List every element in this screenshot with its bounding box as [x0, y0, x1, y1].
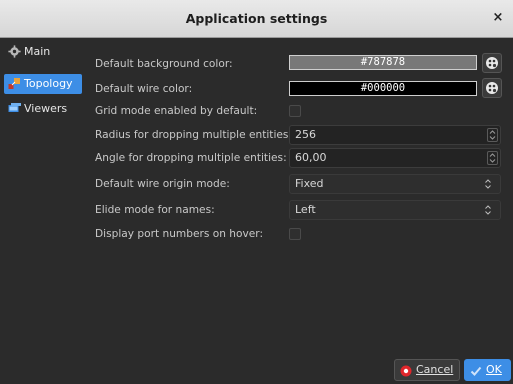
spin-arrows-icon[interactable] [487, 151, 498, 165]
cancel-button[interactable]: Cancel [394, 359, 460, 381]
checkmark-icon [470, 364, 482, 376]
viewers-icon [8, 102, 21, 115]
chevron-updown-icon [484, 201, 492, 219]
drop-radius-label: Radius for dropping multiple entities: [95, 129, 293, 141]
spinbox-value: 256 [295, 128, 316, 141]
cancel-button-label: Cancel [416, 363, 454, 376]
spinbox-value: 60,00 [295, 151, 327, 164]
sidebar-item-label: Viewers [24, 102, 68, 115]
bg-color-field[interactable]: #787878 [289, 55, 477, 70]
port-numbers-label: Display port numbers on hover: [95, 228, 264, 240]
topology-icon [8, 77, 21, 90]
port-numbers-checkbox[interactable] [289, 228, 301, 240]
sidebar-item-viewers[interactable]: Viewers [4, 99, 82, 119]
grid-mode-checkbox[interactable] [289, 105, 301, 117]
title-bar: Application settings × [0, 0, 513, 38]
chevron-updown-icon [484, 175, 492, 193]
drop-angle-label: Angle for dropping multiple entities: [95, 152, 287, 164]
window-title: Application settings [185, 11, 328, 26]
drop-angle-spinbox[interactable]: 60,00 [289, 148, 501, 168]
bg-color-picker-button[interactable] [482, 53, 502, 73]
gear-icon [8, 45, 21, 58]
wire-color-field[interactable]: #000000 [289, 81, 477, 96]
sidebar: Main Topology Viewers [2, 40, 84, 375]
ok-button-label: OK [486, 363, 502, 376]
wire-origin-select[interactable]: Fixed [289, 174, 501, 194]
select-value: Fixed [295, 177, 324, 190]
close-button[interactable]: × [491, 11, 505, 25]
ok-button[interactable]: OK [464, 359, 511, 381]
sidebar-item-main[interactable]: Main [4, 42, 82, 62]
sidebar-item-topology[interactable]: Topology [4, 74, 82, 94]
wire-origin-label: Default wire origin mode: [95, 178, 230, 190]
wire-color-picker-button[interactable] [482, 78, 502, 98]
bg-color-label: Default background color: [95, 58, 233, 70]
elide-mode-label: Elide mode for names: [95, 204, 215, 216]
select-value: Left [295, 203, 316, 216]
elide-mode-select[interactable]: Left [289, 200, 501, 220]
cancel-icon [400, 364, 412, 377]
settings-dialog: Application settings × Main Topology Vie… [0, 0, 513, 383]
sidebar-item-label: Topology [24, 77, 73, 90]
spin-arrows-icon[interactable] [487, 128, 498, 142]
grid-mode-label: Grid mode enabled by default: [95, 105, 258, 117]
wire-color-label: Default wire color: [95, 83, 193, 95]
drop-radius-spinbox[interactable]: 256 [289, 125, 501, 145]
sidebar-item-label: Main [24, 45, 51, 58]
